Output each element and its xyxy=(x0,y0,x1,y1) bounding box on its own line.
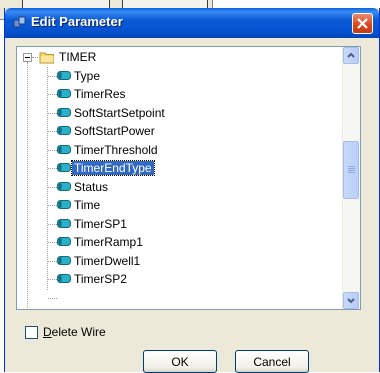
parameter-icon xyxy=(57,89,71,98)
tree-item-label[interactable]: Time xyxy=(72,198,102,212)
tree-item-label[interactable]: TimerThreshold xyxy=(72,143,160,157)
tree-item-label[interactable]: Type xyxy=(72,69,102,83)
scroll-down-button[interactable] xyxy=(343,292,359,309)
tree-root-label[interactable]: TIMER xyxy=(57,50,98,64)
tree-item-label[interactable]: TimerSP1 xyxy=(72,217,129,231)
tree-item-label[interactable]: Status xyxy=(72,180,110,194)
ok-button[interactable]: OK xyxy=(143,350,217,373)
tree-connector xyxy=(47,67,48,290)
parameter-icon xyxy=(57,126,71,135)
parameter-icon xyxy=(57,219,71,228)
tree-item-label[interactable]: TimerEndType xyxy=(71,160,155,176)
tree-item-label[interactable]: TimerRes xyxy=(72,87,128,101)
close-button[interactable] xyxy=(352,13,373,34)
window-title: Edit Parameter xyxy=(31,14,123,29)
tree-item-label[interactable]: TimerRamp1 xyxy=(72,235,145,249)
edit-parameter-dialog: Edit Parameter TIMER Type TimerRes SoftS… xyxy=(4,8,380,373)
close-icon xyxy=(357,18,368,29)
delete-wire-checkbox[interactable] xyxy=(25,326,38,339)
tree-item-label[interactable]: SoftStartSetpoint xyxy=(72,106,167,120)
delete-wire-accelerator: D xyxy=(43,325,52,339)
tree-item-label[interactable]: TimerDwell1 xyxy=(72,254,142,268)
cancel-button[interactable]: Cancel xyxy=(235,350,309,373)
chevron-up-icon xyxy=(347,52,355,58)
scroll-thumb[interactable] xyxy=(343,141,359,199)
parameter-icon xyxy=(57,71,71,80)
parameter-icon xyxy=(57,200,71,209)
tree-item-label[interactable]: SoftStartPower xyxy=(72,124,157,138)
vertical-scrollbar[interactable] xyxy=(342,47,360,309)
parameter-tree[interactable]: TIMER Type TimerRes SoftStartSetpoint So… xyxy=(16,46,361,310)
parameter-icon xyxy=(57,108,71,117)
chevron-down-icon xyxy=(347,298,355,304)
parameter-icon xyxy=(57,163,71,172)
delete-wire-label-rest: elete Wire xyxy=(51,325,106,339)
app-icon xyxy=(13,16,26,28)
tree-item-label[interactable]: TimerSP2 xyxy=(72,272,129,286)
parameter-icon xyxy=(57,145,71,154)
parameter-icon xyxy=(57,274,71,283)
folder-icon xyxy=(39,52,54,64)
delete-wire-label[interactable]: Delete Wire xyxy=(43,325,106,339)
title-bar[interactable]: Edit Parameter xyxy=(5,8,379,38)
tree-connector xyxy=(32,57,38,58)
scroll-up-button[interactable] xyxy=(343,47,359,64)
parameter-icon xyxy=(57,256,71,265)
tree-connector xyxy=(48,298,57,299)
collapse-toggle[interactable] xyxy=(23,53,32,62)
tree-connector xyxy=(27,62,28,308)
parameter-icon xyxy=(57,237,71,246)
parameter-icon xyxy=(57,182,71,191)
